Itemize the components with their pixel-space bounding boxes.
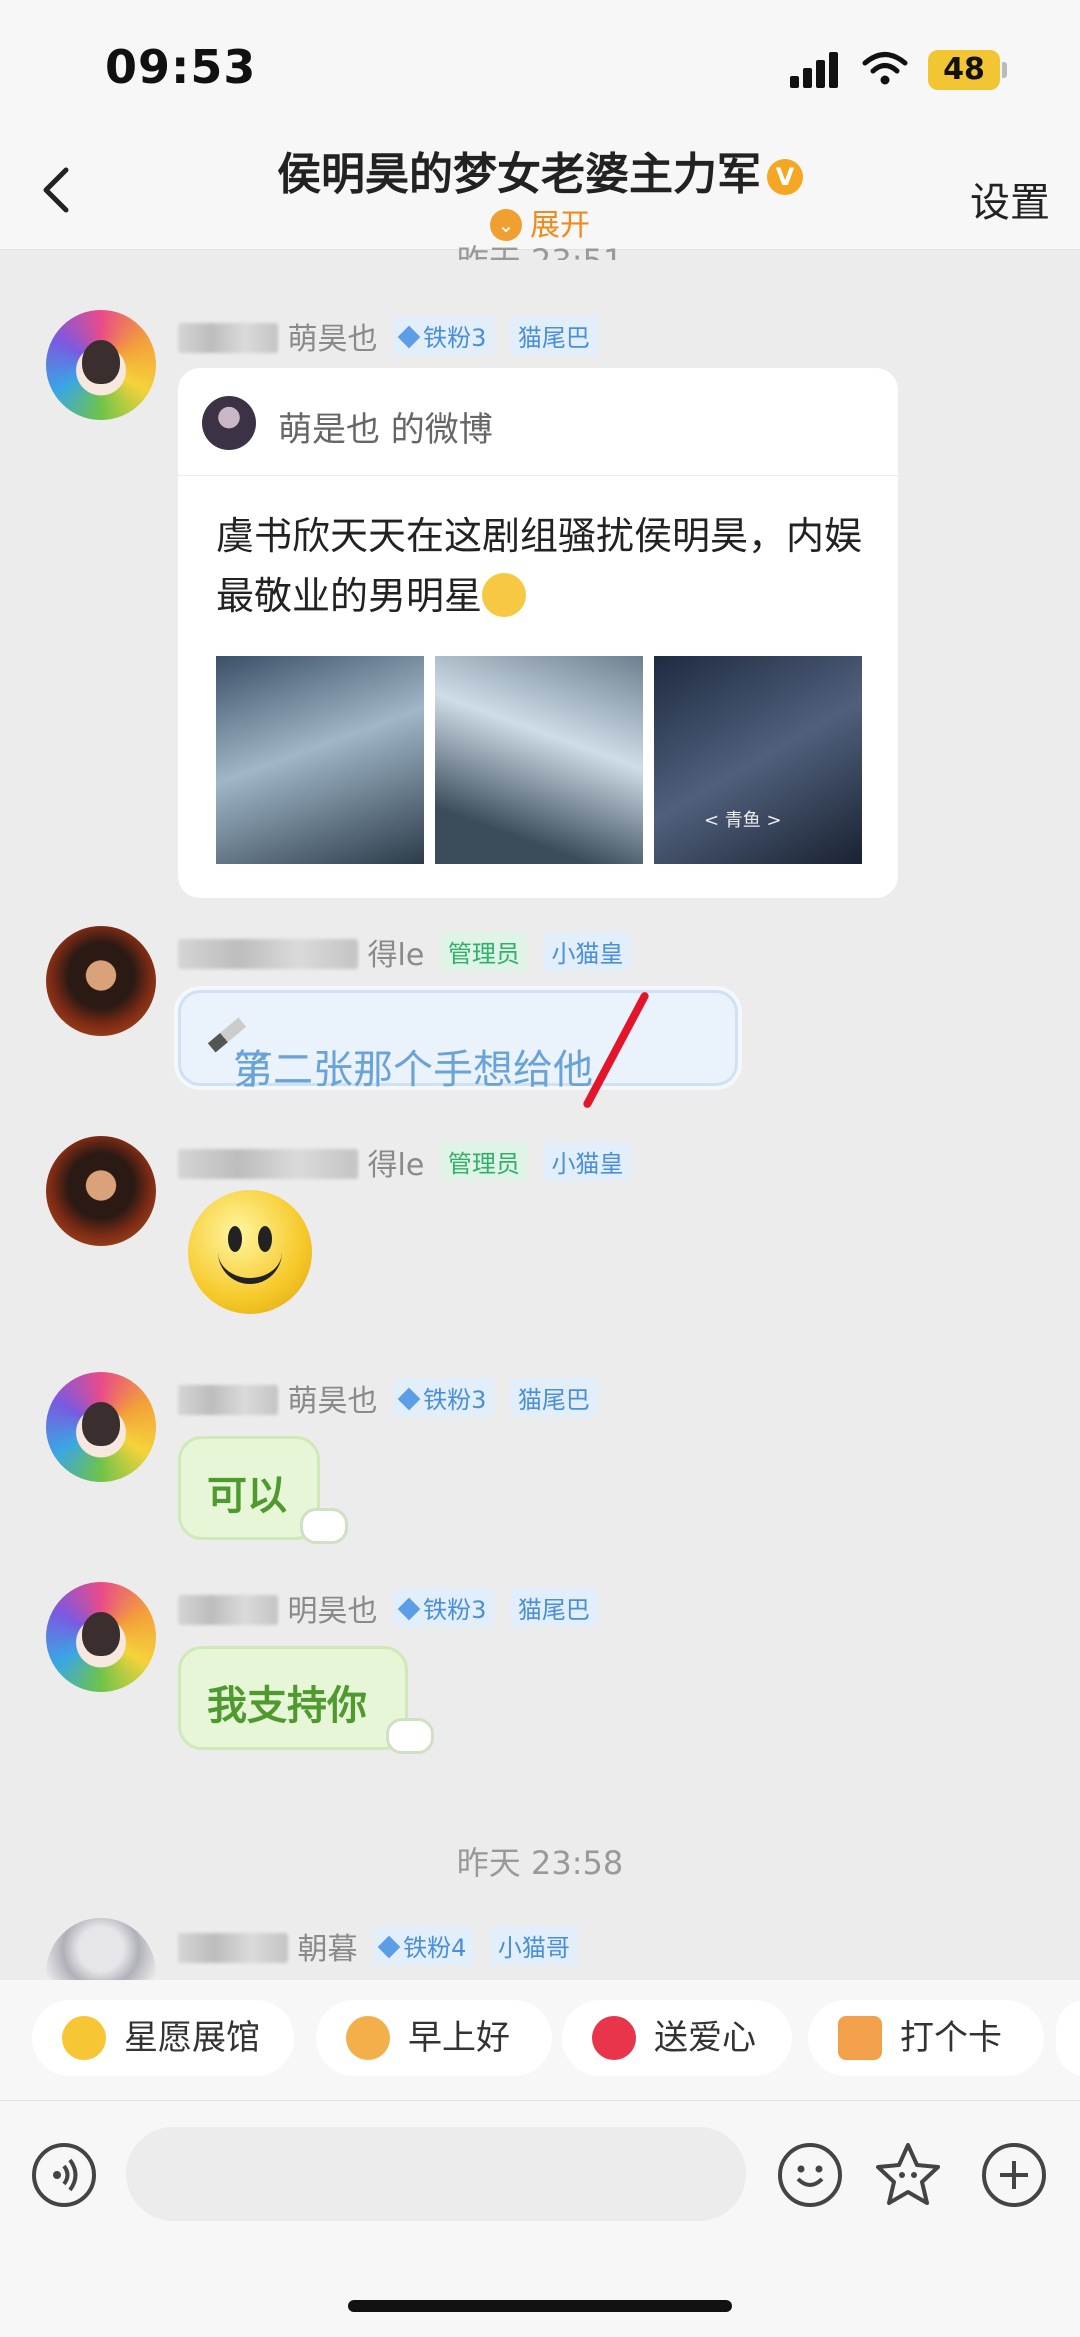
sender-name: 得le 管理员 小猫皇 [178, 930, 632, 974]
message-bubble[interactable]: 第二张那个手想给他 了 [178, 990, 738, 1093]
sender-name: 得le 管理员 小猫皇 [178, 1140, 632, 1184]
status-time: 09:53 [105, 40, 257, 94]
quick-chip-good-morning[interactable]: 早上好 [316, 2000, 552, 2076]
avatar[interactable] [46, 926, 156, 1036]
battery-indicator: 48 [928, 50, 1000, 90]
quick-chip-star-gallery[interactable]: 星愿展馆 [32, 2000, 294, 2076]
sticker-star-icon[interactable] [872, 2139, 944, 2211]
card-image-2[interactable] [435, 656, 643, 864]
settings-button[interactable]: 设置 [970, 170, 1050, 228]
image-caption: < 青鱼 > [704, 810, 782, 831]
calendar-icon [838, 2016, 882, 2060]
title-badge: 猫尾巴 [509, 316, 598, 355]
title-badge: 猫尾巴 [509, 1378, 598, 1417]
avatar[interactable] [46, 1918, 156, 1980]
heart-icon [592, 2016, 636, 2060]
message-input[interactable] [126, 2127, 746, 2221]
avatar[interactable] [46, 1136, 156, 1246]
emoji-icon[interactable] [778, 2143, 842, 2207]
title-badge: 小猫哥 [489, 1926, 578, 1965]
fan-badge: 铁粉3 [393, 1588, 495, 1627]
battery-tip [1002, 62, 1007, 78]
message-text: 第二张那个手想给他 了 [207, 1015, 593, 1093]
card-image-1[interactable] [216, 656, 424, 864]
weibo-share-card[interactable]: 萌是也 的微博 虞书欣天天在这剧组骚扰侯明昊，内娱最敬业的男明星 < 青鱼 > [178, 368, 898, 898]
card-source: 萌是也 的微博 [278, 410, 493, 450]
sender-name: 明昊也 铁粉3 猫尾巴 [178, 1586, 598, 1630]
avatar[interactable] [46, 1582, 156, 1692]
message-text: 我支持你 [207, 1683, 367, 1729]
voice-input-icon[interactable] [32, 2143, 96, 2207]
chat-header: 侯明昊的梦女老婆主力军 V ⌄ 展开 设置 [0, 130, 1080, 250]
add-icon[interactable] [982, 2143, 1046, 2207]
title-badge: 猫尾巴 [509, 1588, 598, 1627]
quick-reply-bar: 星愿展馆 早上好 送爱心 打个卡 [0, 1980, 1080, 2100]
quick-chip-send-love[interactable]: 送爱心 [562, 2000, 792, 2076]
quick-chip-more[interactable] [1056, 2000, 1080, 2076]
verified-icon: V [767, 159, 803, 195]
home-indicator [348, 2300, 732, 2312]
message-text: 可以 [207, 1473, 287, 1519]
card-avatar [202, 396, 256, 450]
bubble-decoration [386, 1718, 434, 1754]
quick-chip-check-in[interactable]: 打个卡 [808, 2000, 1044, 2076]
timestamp-top: 昨天 23:51 [0, 236, 1080, 260]
signal-icon [790, 52, 846, 88]
sender-name: 萌昊也 铁粉3 猫尾巴 [178, 1376, 598, 1420]
fan-badge: 铁粉3 [393, 316, 495, 355]
smiley-emoji-icon[interactable] [188, 1190, 312, 1314]
fan-badge: 铁粉3 [393, 1378, 495, 1417]
sun-icon [346, 2016, 390, 2060]
message-bubble[interactable]: 可以 [178, 1436, 320, 1540]
sender-name: 萌昊也 铁粉3 猫尾巴 [178, 314, 598, 358]
title-badge: 小猫皇 [543, 1142, 632, 1181]
card-image-3[interactable]: < 青鱼 > [654, 656, 862, 864]
group-name: 侯明昊的梦女老婆主力军 [277, 149, 761, 200]
card-text: 虞书欣天天在这剧组骚扰侯明昊，内娱最敬业的男明星 [216, 514, 863, 618]
timestamp-bottom: 昨天 23:58 [456, 1844, 624, 1882]
bubble-decoration [300, 1508, 348, 1544]
card-header: 萌是也 的微博 [178, 368, 898, 476]
message-bubble[interactable]: 我支持你 [178, 1646, 408, 1750]
admin-badge: 管理员 [439, 1142, 528, 1181]
avatar[interactable] [46, 310, 156, 420]
wifi-icon [862, 52, 908, 85]
status-bar: 09:53 48 [0, 0, 1080, 130]
page-title: 侯明昊的梦女老婆主力军 V [0, 138, 1080, 202]
sender-name: 朝暮 铁粉4 小猫哥 [178, 1924, 578, 1968]
crying-emoji-icon [482, 573, 527, 617]
star-icon [62, 2016, 106, 2060]
avatar[interactable] [46, 1372, 156, 1482]
title-badge: 小猫皇 [543, 932, 632, 971]
admin-badge: 管理员 [439, 932, 528, 971]
fan-badge: 铁粉4 [373, 1926, 475, 1965]
